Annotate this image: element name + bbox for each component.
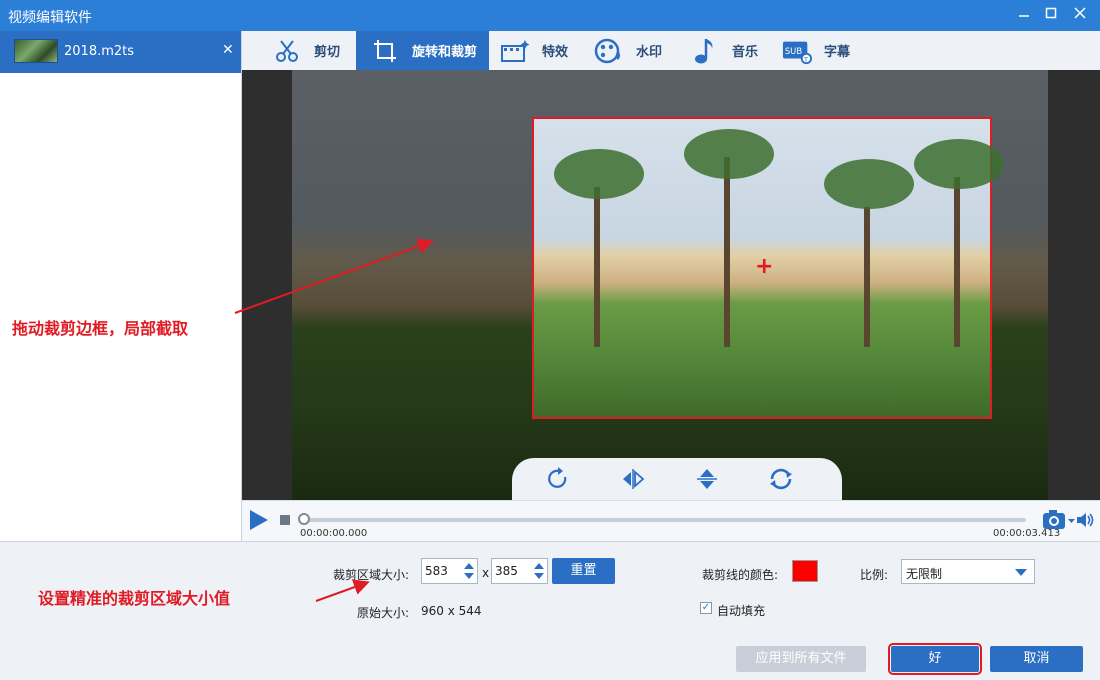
tab-label: 旋转和裁剪	[412, 45, 478, 60]
tab-label: 字幕	[824, 45, 851, 60]
play-button[interactable]	[250, 510, 268, 530]
size-annotation: 设置精准的裁剪区域大小值	[38, 589, 231, 608]
reset-rotation-icon[interactable]	[768, 466, 794, 492]
tab-subtitle[interactable]: SUB T 字幕	[782, 31, 866, 70]
snapshot-camera-icon[interactable]	[1042, 509, 1075, 529]
scissors-icon	[272, 36, 302, 66]
drag-annotation: 拖动裁剪边框，局部截取	[12, 319, 189, 338]
crop-height-value: 385	[495, 564, 518, 578]
edit-toolbar: 剪切 旋转和裁剪 特效 水印 音乐 SUB T 字幕	[242, 31, 1100, 70]
close-icon[interactable]	[1066, 0, 1094, 31]
timeline-track[interactable]	[302, 518, 1026, 522]
flip-vertical-icon[interactable]	[694, 466, 720, 492]
tab-label: 水印	[636, 45, 663, 60]
current-time: 00:00:00.000	[300, 528, 368, 539]
crop-frame[interactable]: +	[532, 117, 1004, 419]
size-separator: x	[482, 566, 490, 580]
title-bar: 视频编辑软件	[0, 0, 1100, 31]
file-thumbnail	[14, 39, 58, 63]
crop-center-icon[interactable]: +	[755, 256, 773, 278]
rotate-right-icon[interactable]	[546, 466, 572, 492]
volume-icon[interactable]	[1076, 511, 1094, 529]
tab-music[interactable]: 音乐	[690, 31, 774, 70]
minimize-icon[interactable]	[1010, 0, 1038, 31]
tab-label: 音乐	[732, 45, 759, 60]
tab-label: 剪切	[314, 45, 341, 60]
crop-width-input[interactable]: 583	[421, 558, 478, 584]
cancel-button[interactable]: 取消	[990, 646, 1083, 672]
spin-arrows-icon[interactable]	[533, 561, 545, 581]
flip-horizontal-icon[interactable]	[620, 466, 646, 492]
file-item[interactable]: 2018.m2ts ✕	[0, 31, 241, 73]
subtitle-icon: SUB T	[782, 36, 812, 66]
window-title: 视频编辑软件	[8, 10, 92, 26]
crop-width-value: 583	[425, 564, 448, 578]
tab-effects[interactable]: 特效	[500, 31, 584, 70]
ratio-select[interactable]: 无限制	[901, 559, 1035, 584]
music-note-icon	[690, 36, 720, 66]
effects-icon	[500, 36, 530, 66]
crop-icon	[370, 36, 400, 66]
original-size-label: 原始大小:	[357, 606, 410, 620]
crop-settings-panel: 裁剪区域大小: 583 x 385 重置 原始大小: 960 x 544 裁剪线…	[0, 541, 1100, 680]
file-name: 2018.m2ts	[64, 44, 135, 59]
tab-rotate-crop[interactable]: 旋转和裁剪	[356, 31, 489, 70]
video-preview: + ⌄	[242, 70, 1100, 500]
crop-size-label: 裁剪区域大小:	[333, 568, 410, 582]
auto-fill-label: 自动填充	[717, 604, 766, 618]
scene-tree	[954, 177, 960, 347]
scene-palm	[914, 139, 1004, 189]
scene-tree	[724, 157, 730, 347]
stop-button[interactable]	[280, 515, 290, 525]
tab-watermark[interactable]: 水印	[594, 31, 678, 70]
chevron-down-icon	[1015, 569, 1027, 576]
transform-controls	[512, 458, 842, 500]
ratio-selected-value: 无限制	[906, 567, 943, 581]
ok-button[interactable]: 好	[888, 643, 982, 675]
timeline-handle[interactable]	[298, 513, 310, 525]
watermark-icon	[594, 36, 624, 66]
scene-tree	[594, 187, 600, 347]
scene-palm	[554, 149, 644, 199]
crop-height-input[interactable]: 385	[491, 558, 548, 584]
auto-fill-checkbox[interactable]: ✓	[700, 602, 712, 614]
crop-line-color-swatch[interactable]	[792, 560, 818, 582]
reset-button[interactable]: 重置	[552, 558, 615, 584]
svg-text:SUB: SUB	[785, 45, 803, 55]
original-size-value: 960 x 544	[421, 604, 482, 618]
playback-bar: 00:00:00.000 00:00:03.413	[242, 500, 1100, 541]
ratio-label: 比例:	[860, 568, 889, 582]
tab-label: 特效	[542, 45, 569, 60]
crop-line-color-label: 裁剪线的颜色:	[702, 568, 779, 582]
spin-arrows-icon[interactable]	[463, 561, 475, 581]
apply-to-all-button[interactable]: 应用到所有文件	[736, 646, 866, 672]
scene-tree	[864, 207, 870, 347]
tab-cut[interactable]: 剪切	[272, 31, 356, 70]
scene-palm	[824, 159, 914, 209]
scene-palm	[684, 129, 774, 179]
maximize-icon[interactable]	[1037, 0, 1065, 31]
file-list-panel: 2018.m2ts ✕	[0, 31, 242, 541]
remove-file-icon[interactable]: ✕	[222, 42, 234, 58]
